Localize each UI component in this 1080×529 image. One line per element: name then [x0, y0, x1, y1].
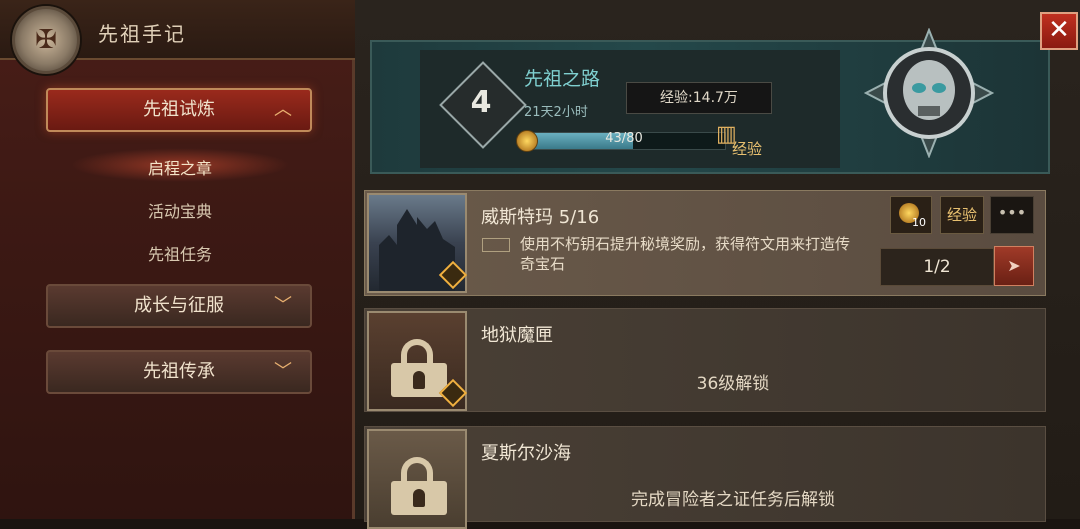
quest-progress: 1/2	[880, 248, 994, 286]
skull-emblem-icon	[864, 28, 994, 158]
sub-item-chapter-start[interactable]: 启程之章	[60, 155, 300, 179]
quest-card-hell-box[interactable]: 地狱魔匣 36级解锁	[364, 308, 1046, 412]
chevron-up-icon: ︿	[274, 99, 292, 120]
quest-description: 使用不朽钥石提升秘境奖励，获得符文用来打造传奇宝石	[520, 235, 851, 273]
sharval-sea-thumbnail	[367, 429, 467, 529]
card-title: 地狱魔匣	[481, 325, 553, 346]
menu-growth-conquest[interactable]: 成长与征服 ﹀	[46, 284, 312, 328]
close-button[interactable]: ✕	[1040, 12, 1078, 50]
unlock-requirement: 完成冒险者之证任务后解锁	[631, 490, 835, 510]
page-title: 先祖手记	[98, 22, 186, 46]
key-count: 10	[912, 216, 926, 229]
menu-ancestor-legacy[interactable]: 先祖传承 ﹀	[46, 350, 312, 394]
menu-label: 先祖试炼	[143, 99, 215, 120]
menu-label: 成长与征服	[134, 295, 224, 316]
exp-reward-button[interactable]: 经验	[940, 196, 984, 234]
quest-card-sharval-sea[interactable]: 夏斯尔沙海 完成冒险者之证任务后解锁	[364, 426, 1046, 529]
quest-checkbox	[482, 238, 510, 252]
westmarch-thumbnail	[367, 193, 468, 293]
menu-ancestor-trial[interactable]: 先祖试炼 ︿	[46, 88, 312, 132]
sub-item-ancestor-quests[interactable]: 先祖任务	[60, 241, 300, 265]
unlock-requirement: 36级解锁	[696, 374, 770, 394]
banner-title: 先祖之路	[524, 68, 601, 90]
sub-item-event-guide[interactable]: 活动宝典	[60, 198, 300, 222]
hell-box-thumbnail	[367, 311, 468, 411]
more-button[interactable]: •••	[990, 196, 1034, 234]
lock-icon	[391, 457, 447, 515]
navigate-arrow-icon[interactable]: ➤	[994, 246, 1034, 286]
exp-progress-text: 43/80	[605, 131, 643, 146]
exp-icon-label: 经验	[732, 140, 763, 158]
time-remaining: 21天2小时	[524, 105, 588, 120]
level-number: 4	[470, 85, 492, 120]
menu-label: 先祖传承	[143, 361, 215, 382]
chevron-down-icon: ﹀	[274, 295, 292, 316]
sigil-icon: ✠	[12, 6, 80, 74]
lock-icon	[391, 339, 447, 397]
card-title: 威斯特玛 5/16	[481, 207, 600, 228]
exp-total: 经验:14.7万	[626, 82, 772, 114]
card-title: 夏斯尔沙海	[481, 443, 571, 464]
chevron-down-icon: ﹀	[274, 361, 292, 382]
